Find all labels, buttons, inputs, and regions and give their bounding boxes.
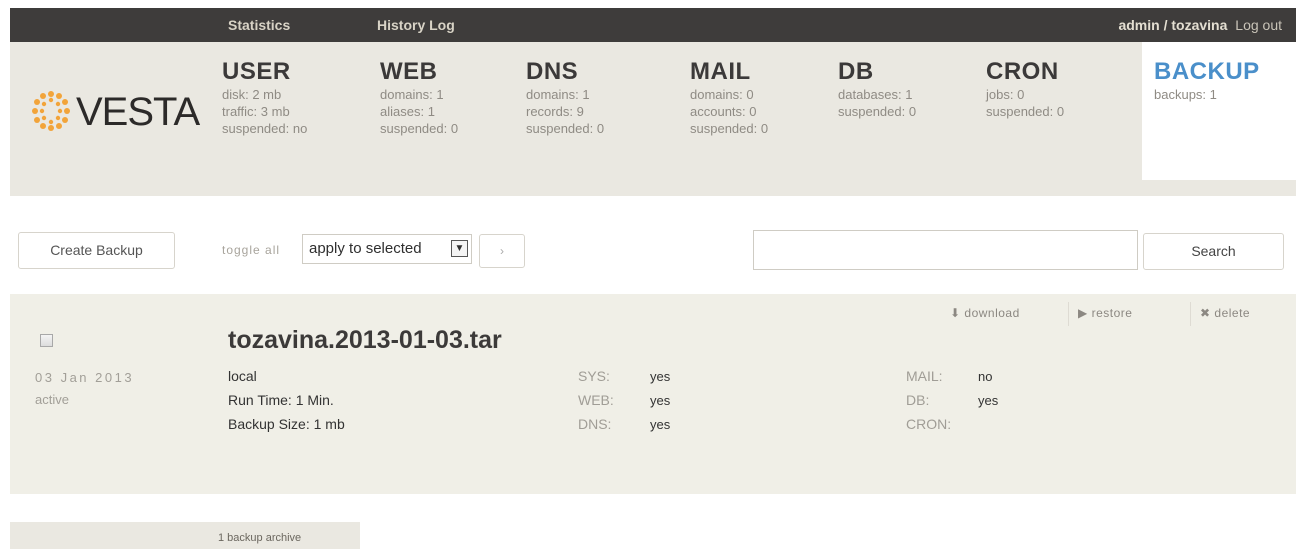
delete-icon: ✖ (1200, 306, 1211, 320)
dropdown-arrow-icon[interactable]: ▼ (451, 240, 468, 257)
play-icon: ▶ (1078, 306, 1088, 320)
delete-action[interactable]: ✖ delete (1200, 306, 1250, 320)
menu-stat: suspended: 0 (838, 104, 917, 119)
download-icon: ⬇ (950, 306, 961, 320)
backup-title[interactable]: tozavina.2013-01-03.tar (228, 326, 502, 355)
menu-cron[interactable]: CRON jobs: 0 suspended: 0 (986, 58, 1136, 120)
restore-label: restore (1091, 306, 1133, 320)
menu-title: WEB (380, 58, 438, 85)
menu-stat: traffic: 3 mb (222, 104, 290, 119)
search-button[interactable]: Search (1143, 233, 1284, 270)
backup-size: Backup Size: 1 mb (228, 416, 345, 432)
menu-title: USER (222, 58, 291, 85)
field-value-mail: no (978, 369, 993, 384)
menu-stat: disk: 2 mb (222, 87, 282, 102)
search-input[interactable] (753, 230, 1138, 270)
menu-stat: suspended: 0 (986, 104, 1065, 119)
field-value-sys: yes (650, 369, 671, 384)
backup-run-time: Run Time: 1 Min. (228, 392, 334, 408)
user-name[interactable]: admin / tozavina (1118, 17, 1227, 33)
menu-stat: backups: 1 (1154, 87, 1217, 102)
download-label: download (964, 306, 1020, 320)
menu-stat: jobs: 0 (986, 87, 1025, 102)
nav-history-log[interactable]: History Log (377, 17, 455, 33)
menu-stat: suspended: no (222, 121, 308, 136)
download-action[interactable]: ⬇ download (950, 306, 1020, 320)
field-label-web: WEB: (578, 392, 614, 408)
action-divider (1068, 302, 1069, 326)
row-checkbox[interactable] (40, 334, 53, 347)
field-label-db: DB: (906, 392, 930, 408)
menu-stat: accounts: 0 (690, 104, 757, 119)
menu-stat: domains: 1 (380, 87, 444, 102)
backup-status: active (35, 392, 69, 407)
header-panel: VESTA USER disk: 2 mb traffic: 3 mb susp… (10, 42, 1296, 196)
menu-stat: aliases: 1 (380, 104, 435, 119)
logo-sun-icon (32, 91, 70, 131)
field-value-web: yes (650, 393, 671, 408)
toggle-all-link[interactable]: toggle all (222, 243, 280, 257)
field-label-sys: SYS: (578, 368, 610, 384)
field-label-mail: MAIL: (906, 368, 943, 384)
restore-action[interactable]: ▶ restore (1078, 306, 1132, 320)
menu-stat: records: 9 (526, 104, 584, 119)
nav-statistics[interactable]: Statistics (228, 17, 290, 33)
vesta-logo[interactable]: VESTA (28, 82, 200, 142)
footer-bar (10, 522, 360, 549)
menu-stat: suspended: 0 (690, 121, 769, 136)
menu-web[interactable]: WEB domains: 1 aliases: 1 suspended: 0 (380, 58, 530, 137)
backup-type: local (228, 368, 257, 384)
menu-stat: suspended: 0 (380, 121, 459, 136)
menu-stat: domains: 1 (526, 87, 590, 102)
apply-button[interactable]: › (479, 234, 525, 268)
bulk-action-select[interactable]: apply to selected ▼ (302, 234, 472, 264)
field-label-dns: DNS: (578, 416, 612, 432)
field-label-cron: CRON: (906, 416, 952, 432)
menu-title: DB (838, 58, 874, 85)
logout-link[interactable]: Log out (1235, 17, 1282, 33)
delete-label: delete (1214, 306, 1251, 320)
menu-title: MAIL (690, 58, 751, 85)
logo-text: VESTA (76, 90, 200, 134)
backup-date: 03 Jan 2013 (35, 370, 135, 385)
create-backup-button[interactable]: Create Backup (18, 232, 175, 269)
top-bar: Statistics History Log admin / tozavina … (10, 8, 1296, 42)
menu-stat: databases: 1 (838, 87, 913, 102)
field-value-db: yes (978, 393, 999, 408)
menu-title: CRON (986, 58, 1059, 85)
user-area: admin / tozavina Log out (1118, 17, 1282, 33)
menu-dns[interactable]: DNS domains: 1 records: 9 suspended: 0 (526, 58, 676, 137)
menu-backup[interactable]: BACKUP backups: 1 (1142, 42, 1296, 180)
backup-count: 1 backup archive (218, 532, 302, 544)
menu-title: DNS (526, 58, 579, 85)
backup-row: 03 Jan 2013 active ⬇ download ▶ restore … (10, 294, 1296, 494)
action-divider (1190, 302, 1191, 326)
menu-mail[interactable]: MAIL domains: 0 accounts: 0 suspended: 0 (690, 58, 840, 137)
menu-title: BACKUP (1154, 58, 1260, 85)
menu-user[interactable]: USER disk: 2 mb traffic: 3 mb suspended:… (222, 58, 372, 137)
bulk-action-value: apply to selected (309, 240, 422, 257)
menu-stat: suspended: 0 (526, 121, 605, 136)
menu-stat: domains: 0 (690, 87, 754, 102)
field-value-dns: yes (650, 417, 671, 432)
menu-db[interactable]: DB databases: 1 suspended: 0 (838, 58, 988, 120)
